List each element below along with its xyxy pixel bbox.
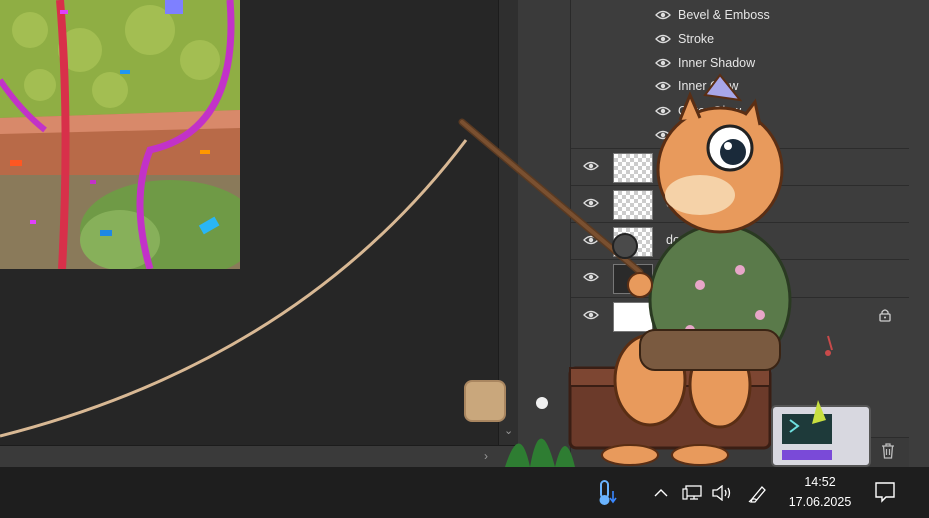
trash-icon[interactable]: [881, 443, 895, 463]
eye-icon[interactable]: [583, 272, 599, 282]
sticky-note-icon[interactable]: [464, 380, 506, 422]
eye-icon[interactable]: [655, 130, 671, 140]
system-clock[interactable]: 14:52 17.06.2025: [780, 472, 860, 512]
speaker-icon[interactable]: [708, 467, 736, 518]
eye-icon[interactable]: [655, 81, 671, 91]
eye-icon[interactable]: [583, 235, 599, 245]
layer-thumbnail: [613, 190, 653, 220]
effect-label: Inner Shadow: [678, 56, 756, 70]
clock-time: 14:52: [804, 475, 836, 489]
panel-gutter: [518, 0, 571, 467]
clock-date: 17.06.2025: [788, 495, 852, 509]
monitor-icon[interactable]: [678, 467, 706, 518]
effect-inner-glow[interactable]: Inner Glow: [655, 75, 738, 97]
effect-label: Inner Glow: [678, 79, 739, 93]
horizontal-scrollbar[interactable]: ›: [0, 445, 518, 468]
layer-thumbnail: [613, 264, 653, 294]
layer-name: ve: [666, 270, 680, 284]
pen-icon[interactable]: [744, 467, 772, 518]
effect-label: Stroke: [678, 32, 715, 46]
canvas-photo: [0, 0, 240, 269]
chevron-down-icon[interactable]: ⌄: [504, 424, 513, 437]
eye-icon[interactable]: [583, 161, 599, 171]
effect-outer-glow[interactable]: Outer Glow: [655, 100, 741, 122]
layer-name: downloa: [666, 233, 713, 247]
vertical-scrollbar[interactable]: ⌄: [498, 0, 519, 445]
effect-label: Bevel & Emboss: [678, 8, 770, 22]
effect-bevel-emboss[interactable]: Bevel & Emboss: [655, 4, 770, 26]
layer-thumbnail: [613, 153, 653, 183]
effect-label: Outer Glow: [678, 104, 742, 118]
taskbar: 14:52 17.06.2025: [0, 467, 929, 518]
effect-extra[interactable]: [655, 124, 678, 146]
chevron-right-icon[interactable]: ›: [484, 449, 488, 463]
layer-row[interactable]: [571, 148, 909, 185]
eye-icon[interactable]: [655, 106, 671, 116]
layer-thumbnail: [613, 227, 653, 257]
layer-row[interactable]: c: [571, 185, 909, 222]
layer-thumbnail: [613, 302, 653, 332]
eye-icon[interactable]: [583, 310, 599, 320]
layer-row-background[interactable]: [571, 297, 909, 334]
effect-stroke[interactable]: Stroke: [655, 28, 714, 50]
eye-icon[interactable]: [655, 34, 671, 44]
eye-icon[interactable]: [655, 10, 671, 20]
document-canvas[interactable]: [0, 0, 498, 445]
eye-icon[interactable]: [583, 198, 599, 208]
chevron-up-icon[interactable]: [648, 467, 674, 518]
lock-icon[interactable]: [879, 308, 891, 325]
thermometer-icon[interactable]: [590, 467, 624, 518]
layer-row[interactable]: ve: [571, 259, 909, 296]
notification-icon[interactable]: [874, 481, 896, 503]
effect-inner-shadow[interactable]: Inner Shadow: [655, 52, 755, 74]
layer-name: c: [666, 196, 673, 210]
layer-row[interactable]: downloa: [571, 222, 909, 259]
eye-icon[interactable]: [655, 58, 671, 68]
layers-panel-footer: [571, 437, 909, 468]
